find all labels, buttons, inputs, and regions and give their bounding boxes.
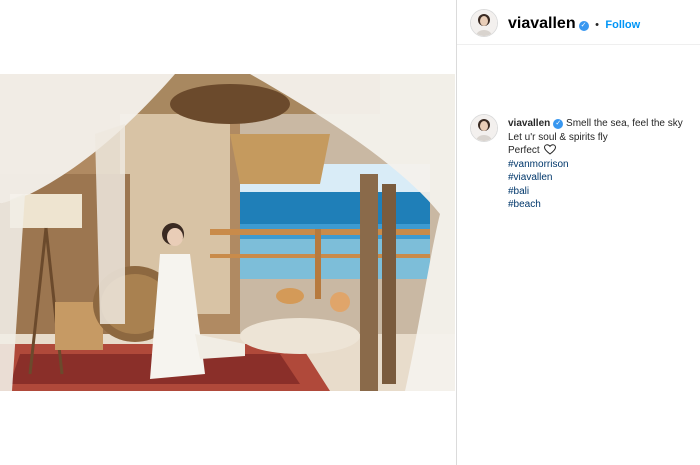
hashtag-link[interactable]: #beach	[508, 198, 698, 212]
post-photo[interactable]	[0, 74, 455, 391]
hashtag-link[interactable]: #viavallen	[508, 171, 698, 185]
verified-badge-icon: ✓	[578, 21, 589, 31]
separator-dot: •	[595, 19, 599, 31]
profile-picture	[471, 10, 497, 36]
caption-line-3-wrap: Perfect	[508, 144, 698, 158]
caption-line-3: Perfect	[508, 145, 540, 156]
avatar[interactable]	[470, 9, 498, 37]
heart-outline-icon	[544, 144, 557, 155]
post-sidebar: viavallen✓ • Follow · viavallen✓ Smell t…	[456, 0, 700, 465]
header-user-line: viavallen ✓ • Follow	[508, 15, 640, 33]
header-username[interactable]: viavallen	[508, 15, 576, 32]
caption-first-line: viavallen ✓ Smell the sea, feel the sky	[508, 117, 698, 131]
follow-button[interactable]: Follow	[605, 19, 640, 31]
hashtag-link[interactable]: #bali	[508, 185, 698, 199]
caption-avatar[interactable]	[470, 114, 498, 142]
caption-line-2: Let u'r soul & spirits fly	[508, 131, 608, 143]
post-header: viavallen✓ • Follow ·	[457, 0, 700, 45]
hashtag-link[interactable]: #vanmorrison	[508, 158, 698, 172]
caption-line-1: Smell the sea, feel the sky	[566, 118, 683, 129]
caption-text: viavallen ✓ Smell the sea, feel the sky L…	[508, 117, 698, 212]
post-media-column	[0, 0, 456, 465]
profile-picture	[471, 115, 497, 141]
caption-username[interactable]: viavallen	[508, 118, 550, 129]
photo-scene	[0, 74, 455, 391]
verified-badge-icon: ✓	[553, 119, 564, 129]
